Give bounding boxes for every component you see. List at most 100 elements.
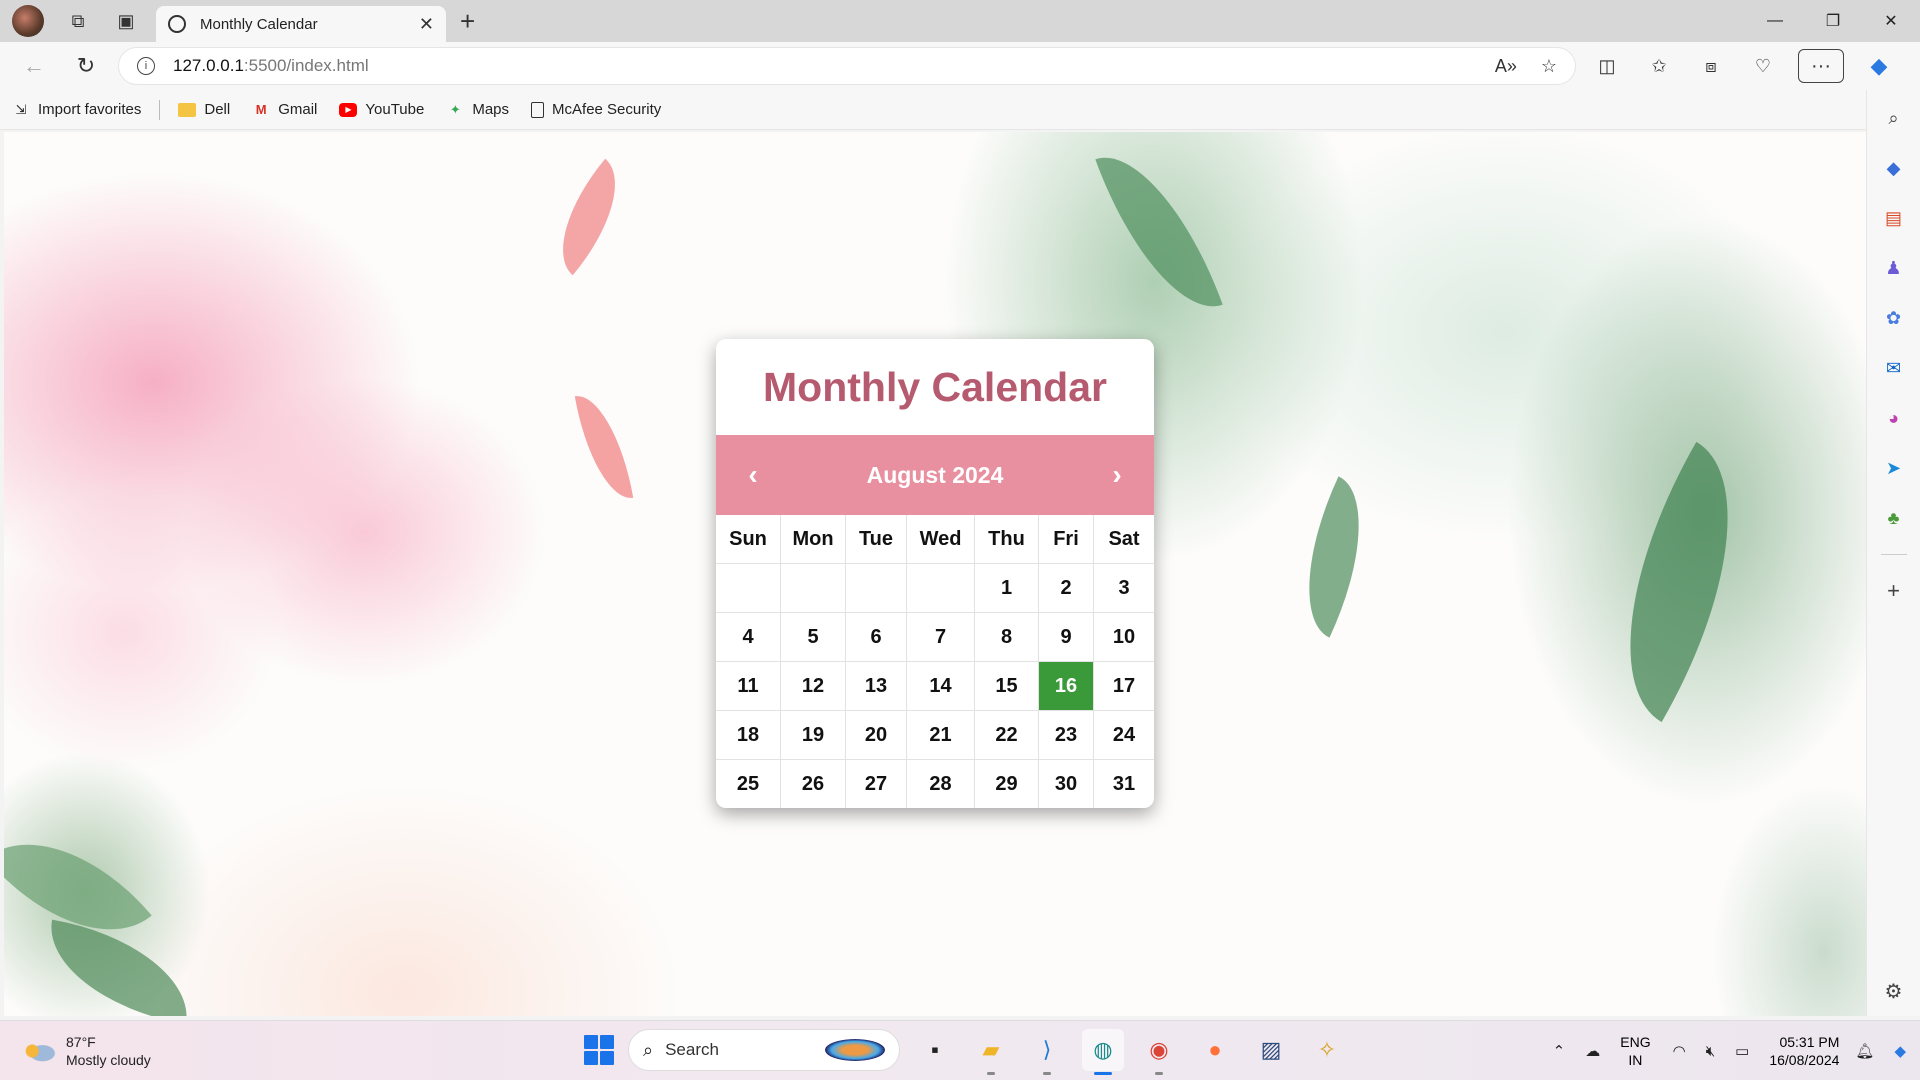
day-cell[interactable]: 4 — [716, 613, 781, 662]
sidebar-search-icon[interactable]: ⌕ — [1880, 104, 1908, 132]
language-indicator[interactable]: ENG IN — [1620, 1033, 1650, 1069]
day-cell[interactable]: 8 — [975, 613, 1039, 662]
fav-gmail[interactable]: M Gmail — [252, 101, 318, 118]
day-cell[interactable]: 5 — [781, 613, 846, 662]
address-bar[interactable]: i 127.0.0.1 :5500/index.html A» ☆ — [118, 47, 1576, 85]
day-cell[interactable]: 23 — [1039, 711, 1094, 760]
day-cell[interactable]: 24 — [1094, 711, 1154, 760]
day-cell[interactable]: 21 — [907, 711, 975, 760]
document-icon — [531, 101, 545, 118]
file-explorer-icon[interactable]: ▰ — [970, 1029, 1012, 1075]
volume-muted-icon[interactable]: 🔇︎ — [1706, 1043, 1715, 1060]
sidebar-m365-icon[interactable]: ✿ — [1880, 304, 1908, 332]
show-hidden-icons[interactable]: ⌃ — [1553, 1042, 1566, 1060]
day-cell[interactable]: 2 — [1039, 564, 1094, 613]
day-cell[interactable]: 17 — [1094, 662, 1154, 711]
sidebar-tools-icon[interactable]: ▤ — [1880, 204, 1908, 232]
sidebar-shopping-icon[interactable]: ◆ — [1880, 154, 1908, 182]
weather-widget[interactable]: 87°F Mostly cloudy — [22, 1033, 151, 1069]
weather-description: Mostly cloudy — [66, 1051, 151, 1068]
day-cell[interactable]: 6 — [846, 613, 907, 662]
day-cell[interactable]: 20 — [846, 711, 907, 760]
day-cell[interactable]: 31 — [1094, 760, 1154, 808]
restore-button[interactable]: ❐ — [1804, 0, 1862, 42]
weekday-header: Sun — [716, 515, 781, 564]
day-cell[interactable]: 10 — [1094, 613, 1154, 662]
day-cell[interactable]: 26 — [781, 760, 846, 808]
fav-mcafee-security[interactable]: McAfee Security — [531, 101, 661, 118]
day-cell[interactable]: 28 — [907, 760, 975, 808]
day-cell[interactable]: 15 — [975, 662, 1039, 711]
day-cell[interactable]: 12 — [781, 662, 846, 711]
day-cell[interactable]: 3 — [1094, 564, 1154, 613]
profile-avatar[interactable] — [12, 5, 44, 37]
taskbar-search[interactable]: ⌕ Search — [628, 1029, 900, 1071]
new-tab-button[interactable]: + — [460, 6, 475, 37]
day-cell[interactable]: 18 — [716, 711, 781, 760]
fav-dell[interactable]: Dell — [178, 101, 230, 118]
next-month-button[interactable]: › — [1102, 459, 1132, 491]
notifications-icon[interactable]: 🔔︎ — [1855, 1042, 1874, 1060]
day-cell[interactable]: 29 — [975, 760, 1039, 808]
back-button[interactable]: ← — [16, 48, 52, 84]
chrome-icon[interactable]: ◉ — [1138, 1029, 1180, 1075]
task-view-icon[interactable]: ▪ — [914, 1029, 956, 1071]
day-cell[interactable]: 13 — [846, 662, 907, 711]
edge-icon[interactable]: ◍ — [1082, 1029, 1124, 1075]
photos-icon[interactable]: ✧ — [1306, 1029, 1348, 1071]
firefox-icon[interactable]: ● — [1194, 1029, 1236, 1071]
copilot-taskbar-icon[interactable]: ◆ — [1894, 1042, 1906, 1060]
system-tray: ⌃ ☁ ENG IN ◠ 🔇︎ ▭ 05:31 PM 16/08/2024 🔔︎… — [1553, 1021, 1920, 1080]
empty-day-cell — [781, 564, 846, 613]
day-cell[interactable]: 7 — [907, 613, 975, 662]
clock[interactable]: 05:31 PM 16/08/2024 — [1769, 1033, 1839, 1069]
start-button[interactable] — [584, 1035, 614, 1065]
vscode-icon[interactable]: ⟩ — [1026, 1029, 1068, 1075]
sidebar-outlook-icon[interactable]: ✉ — [1880, 354, 1908, 382]
sidebar-tree-icon[interactable]: ♣ — [1880, 504, 1908, 532]
day-cell[interactable]: 25 — [716, 760, 781, 808]
day-cell[interactable]: 22 — [975, 711, 1039, 760]
empty-day-cell — [907, 564, 975, 613]
fav-youtube[interactable]: ▶ YouTube — [339, 101, 424, 118]
workspaces-icon[interactable]: ⧉ — [64, 7, 92, 35]
fav-maps[interactable]: ✦ Maps — [446, 101, 509, 118]
decorative-leaf — [574, 389, 634, 505]
day-cell[interactable]: 14 — [907, 662, 975, 711]
copilot-icon[interactable]: ◆ — [1862, 49, 1896, 83]
tab-close-icon[interactable]: ✕ — [419, 14, 434, 35]
sidebar-games-icon[interactable]: ♟ — [1880, 254, 1908, 282]
sidebar-add-icon[interactable]: + — [1880, 577, 1908, 605]
day-cell[interactable]: 9 — [1039, 613, 1094, 662]
day-cell[interactable]: 1 — [975, 564, 1039, 613]
more-menu-icon[interactable]: ··· — [1798, 49, 1844, 83]
prev-month-button[interactable]: ‹ — [738, 459, 768, 491]
day-cell[interactable]: 19 — [781, 711, 846, 760]
weekday-header: Fri — [1039, 515, 1094, 564]
day-cell[interactable]: 27 — [846, 760, 907, 808]
battery-icon[interactable]: ▭ — [1735, 1042, 1749, 1060]
collections-icon[interactable]: ⧈ — [1694, 49, 1728, 83]
read-aloud-icon[interactable]: A» — [1495, 56, 1517, 77]
sidebar-designer-icon[interactable]: ◕ — [1880, 404, 1908, 432]
tab-actions-icon[interactable]: ▣ — [112, 7, 140, 35]
site-info-icon[interactable]: i — [137, 57, 155, 75]
sidebar-settings-icon[interactable]: ⚙ — [1885, 979, 1903, 1004]
minimize-button[interactable]: — — [1746, 0, 1804, 42]
refresh-button[interactable]: ↻ — [68, 48, 104, 84]
close-window-button[interactable]: ✕ — [1862, 0, 1920, 42]
day-cell-today[interactable]: 16 — [1039, 662, 1094, 711]
wifi-icon[interactable]: ◠ — [1673, 1042, 1686, 1060]
favorites-icon[interactable]: ✩ — [1642, 49, 1676, 83]
day-cell[interactable]: 30 — [1039, 760, 1094, 808]
gmail-icon: M — [255, 102, 267, 117]
onedrive-icon[interactable]: ☁ — [1585, 1042, 1600, 1060]
tab-monthly-calendar[interactable]: Monthly Calendar ✕ — [156, 6, 446, 42]
sidebar-send-icon[interactable]: ➤ — [1880, 454, 1908, 482]
favorite-star-icon[interactable]: ☆ — [1541, 56, 1557, 77]
split-screen-icon[interactable]: ◫ — [1590, 49, 1624, 83]
browser-essentials-icon[interactable]: ♡ — [1746, 49, 1780, 83]
day-cell[interactable]: 11 — [716, 662, 781, 711]
fav-import-favorites[interactable]: ⇲ Import favorites — [12, 101, 142, 118]
terminal-icon[interactable]: ▨ — [1250, 1029, 1292, 1071]
